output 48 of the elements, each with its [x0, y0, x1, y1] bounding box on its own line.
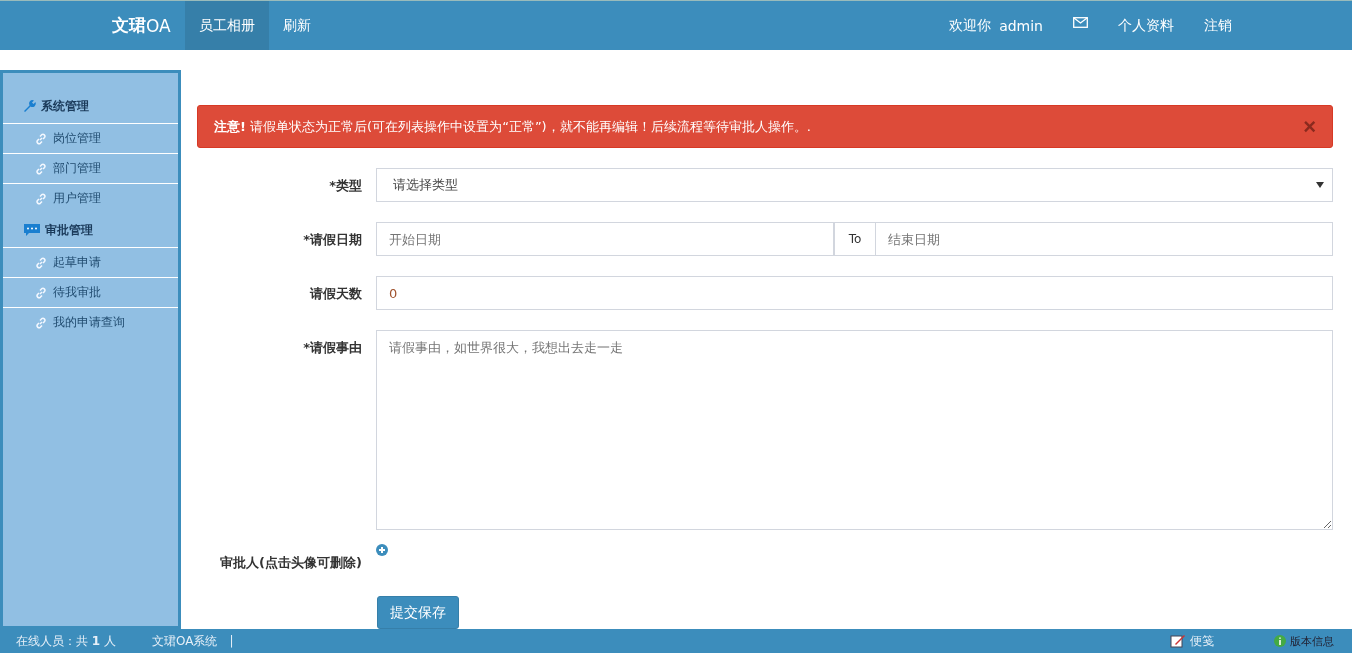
link-icon [35, 256, 47, 269]
welcome-text: 欢迎你 [949, 15, 992, 35]
note-link[interactable]: 便笺 [1170, 632, 1214, 650]
field-label: *类型 [328, 177, 363, 195]
online-count: 在线人员：共 1 人 [16, 632, 116, 650]
user-name: admin [999, 16, 1043, 36]
sidebar-group[interactable]: 审批管理 [3, 213, 178, 247]
sidebar-item[interactable]: 我的申请查询 [3, 307, 178, 337]
link-icon [35, 192, 47, 205]
nav-tab[interactable]: 刷新 [268, 1, 325, 50]
link-icon [35, 132, 47, 145]
field-label: 审批人(点击头像可删除) [219, 554, 363, 572]
sidebar-item[interactable]: 待我审批 [3, 277, 178, 307]
note-icon [1170, 634, 1186, 648]
field-label: *请假事由 [302, 339, 363, 357]
start-date-field[interactable]: 开始日期 [376, 222, 834, 256]
type-select[interactable]: 请选择类型 [376, 168, 1333, 202]
chat-icon [23, 223, 41, 237]
add-icon[interactable] [376, 544, 388, 556]
link-icon [35, 316, 47, 329]
link-icon [35, 286, 47, 299]
separator-text: | [229, 634, 234, 648]
sidebar-item[interactable]: 起草申请 [3, 247, 178, 277]
mail-icon[interactable] [1073, 17, 1088, 28]
days-field[interactable]: 0 [376, 276, 1333, 310]
nav-link[interactable]: 注销 [1204, 1, 1232, 50]
sidebar-item[interactable]: 用户管理 [3, 183, 178, 213]
reason-field[interactable]: 请假事由，如世界很大，我想出去走一走 [376, 330, 1333, 530]
end-date-field[interactable]: 结束日期 [875, 222, 1333, 256]
brand-logo[interactable]: 文珺OA [112, 1, 171, 50]
field-label: 请假天数 [308, 285, 363, 303]
field-label: *请假日期 [302, 231, 363, 249]
wrench-icon [23, 99, 37, 113]
info-icon [1274, 635, 1286, 647]
sidebar-item[interactable]: 部门管理 [3, 153, 178, 183]
group-title: 系统管理 [41, 97, 89, 115]
link-icon [35, 162, 47, 175]
nav-link[interactable]: 个人资料 [1118, 1, 1174, 50]
system-name: 文珺OA系统 [152, 632, 218, 650]
submit-button[interactable]: 提交保存 [377, 596, 459, 629]
nav-tab[interactable]: 员工相册 [184, 1, 269, 50]
group-title: 审批管理 [45, 221, 93, 239]
version-link[interactable]: 版本信息 [1274, 633, 1334, 649]
sidebar-group[interactable]: 系统管理 [3, 89, 178, 123]
caret-icon [1316, 182, 1324, 188]
alert-text: 注意! 请假单状态为正常后(可在列表操作中设置为“正常”)，就不能再编辑！后续流程等待审批人操作。. [214, 118, 811, 134]
sidebar-item[interactable]: 岗位管理 [3, 123, 178, 153]
date-separator-text: To [848, 232, 862, 246]
